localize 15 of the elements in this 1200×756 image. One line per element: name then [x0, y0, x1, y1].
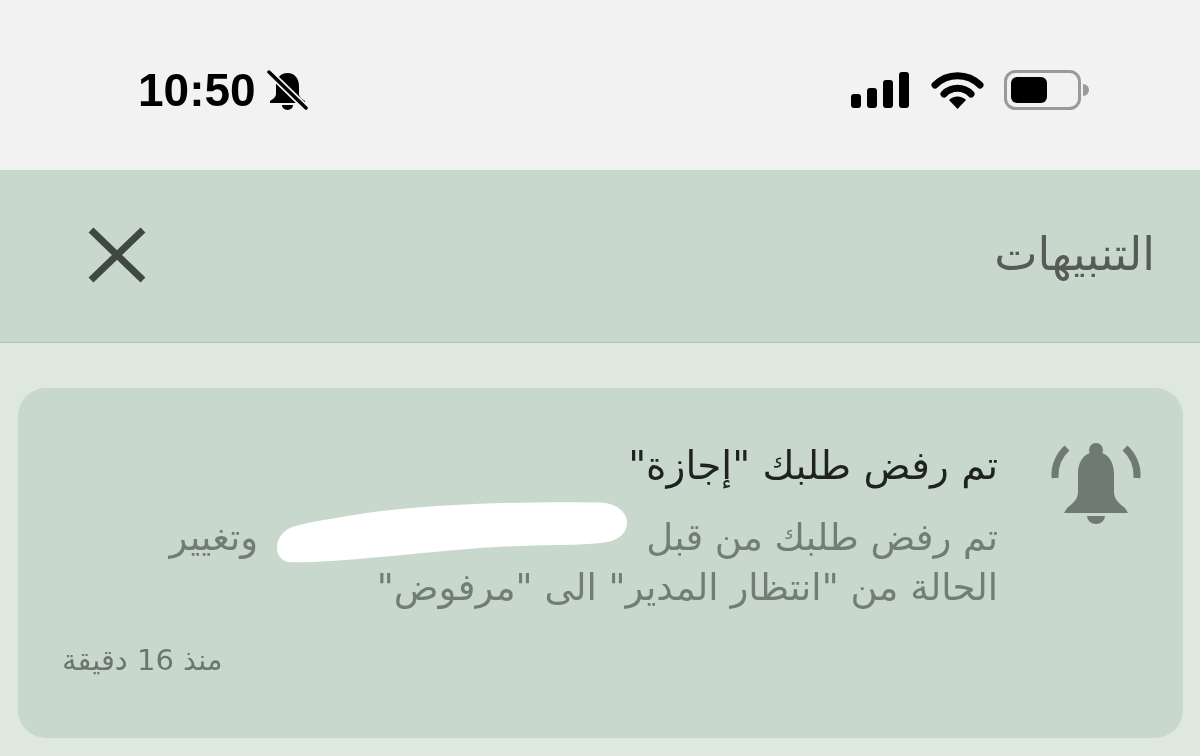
- battery-icon: [1004, 70, 1090, 110]
- notification-text: الحالة من "انتظار المدير" الى "مرفوض": [376, 565, 998, 611]
- notification-text: وتغيير: [169, 515, 259, 561]
- notification-title: تم رفض طلبك "إجازة": [628, 443, 998, 489]
- notification-card[interactable]: تم رفض طلبك "إجازة" تم رفض طلبك من قبل وتغيير الحالة من "انتظار المدير" الى "مرفوض" منذ 16 دقيقة: [18, 388, 1183, 738]
- wifi-icon: [931, 71, 984, 109]
- ringing-bell-icon: [1050, 440, 1142, 524]
- close-icon: [88, 227, 146, 283]
- screen-title: التنبيهات: [994, 227, 1155, 283]
- signal-icon: [851, 72, 909, 108]
- time-text: 10:50: [138, 67, 256, 113]
- notification-text: تم رفض طلبك من قبل: [646, 515, 998, 561]
- timestamp-text: منذ 16 دقيقة: [62, 642, 223, 678]
- bell-slash-icon: [265, 70, 309, 110]
- close-button[interactable]: [88, 227, 146, 283]
